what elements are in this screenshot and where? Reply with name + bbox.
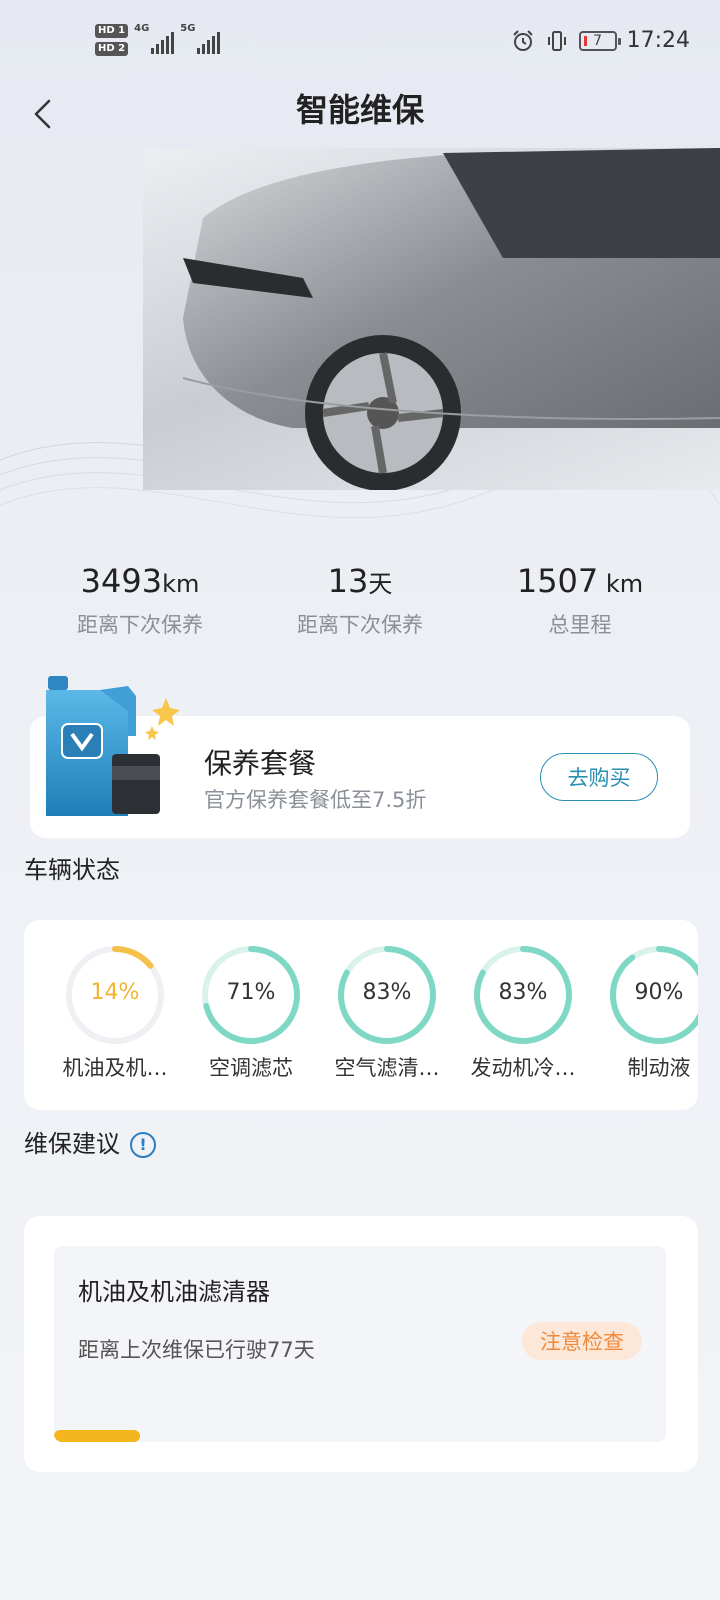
battery-icon: 7	[578, 30, 621, 51]
stat-unit: 天	[368, 570, 393, 598]
oil-bottle-icon	[46, 676, 180, 816]
advice-status-badge: 注意检查	[522, 1322, 642, 1360]
stat-value: 13	[327, 562, 369, 600]
stat-unit: km	[162, 570, 200, 598]
clock-time: 17:24	[626, 28, 690, 53]
info-icon[interactable]: !	[130, 1132, 156, 1158]
stat-value: 3493	[80, 562, 163, 600]
stat-next-service-distance: 3493km 距离下次保养	[30, 560, 250, 639]
advice-title: 维保建议	[24, 1130, 120, 1158]
sim-signal-group: HD 1 HD 2 4G 5G	[95, 23, 221, 56]
gauge-label: 空调滤芯	[209, 1056, 293, 1080]
hd2-badge: HD 2	[95, 42, 129, 56]
advice-item-title: 机油及机油滤清器	[78, 1278, 270, 1306]
vehicle-status-title: 车辆状态	[24, 856, 120, 884]
advice-item-desc: 距离上次维保已行驶77天	[78, 1338, 315, 1362]
advice-card: 机油及机油滤清器 距离上次维保已行驶77天 注意检查	[24, 1216, 698, 1472]
gauge-label: 空气滤清…	[334, 1056, 440, 1080]
stat-label: 总里程	[548, 613, 612, 637]
gauge-percent: 83%	[498, 980, 548, 1005]
signal-5g-icon: 5G	[180, 23, 221, 54]
gauge-percent: 90%	[634, 980, 684, 1005]
stat-unit: km	[598, 570, 644, 598]
buy-button[interactable]: 去购买	[540, 753, 658, 801]
status-gauge[interactable]: 83% 空气滤清…	[322, 940, 452, 1082]
gauge-percent: 14%	[90, 980, 140, 1005]
battery-level: 7	[593, 32, 603, 49]
app-header: 智能维保	[0, 88, 720, 152]
network-5g-label: 5G	[180, 23, 196, 34]
vibrate-icon	[547, 30, 566, 51]
car-image	[143, 148, 720, 491]
status-bar: HD 1 HD 2 4G 5G 7 17:24	[0, 0, 720, 88]
advice-progress-fill	[54, 1430, 140, 1442]
gauge-percent: 71%	[226, 980, 276, 1005]
status-gauge[interactable]: 71% 空调滤芯	[186, 940, 316, 1082]
page-title: 智能维保	[295, 91, 424, 129]
network-4g-label: 4G	[134, 23, 150, 34]
stat-label: 距离下次保养	[297, 613, 423, 637]
vehicle-status-card: 14% 机油及机… 71% 空调滤芯 83% 空气滤清… 83% 发动机冷… 90% 制动液	[24, 920, 698, 1110]
stat-total-mileage: 1507 km 总里程	[470, 560, 690, 639]
stat-label: 距离下次保养	[77, 613, 203, 637]
gauge-label: 制动液	[627, 1056, 691, 1080]
signal-4g-icon: 4G	[134, 23, 175, 54]
gauge-label: 发动机冷…	[470, 1056, 576, 1080]
alarm-icon	[512, 29, 533, 51]
status-gauge[interactable]: 90% 制动液	[594, 940, 698, 1082]
status-gauge[interactable]: 14% 机油及机…	[50, 940, 180, 1082]
advice-progress-track	[54, 1430, 666, 1442]
hero-banner	[0, 148, 720, 540]
advice-item[interactable]: 机油及机油滤清器 距离上次维保已行驶77天 注意检查	[54, 1246, 666, 1442]
stat-next-service-days: 13天 距离下次保养	[250, 560, 470, 639]
status-gauge[interactable]: 83% 发动机冷…	[458, 940, 588, 1082]
promo-title: 保养套餐	[204, 747, 317, 780]
stats-row: 3493km 距离下次保养 13天 距离下次保养 1507 km 总里程	[0, 560, 720, 650]
gauge-percent: 83%	[362, 980, 412, 1005]
hd1-badge: HD 1	[95, 24, 129, 38]
stat-value: 1507	[516, 562, 599, 600]
promo-subtitle: 官方保养套餐低至7.5折	[204, 788, 427, 812]
advice-section-title: 维保建议!	[24, 1128, 156, 1160]
gauge-label: 机油及机…	[62, 1056, 168, 1080]
